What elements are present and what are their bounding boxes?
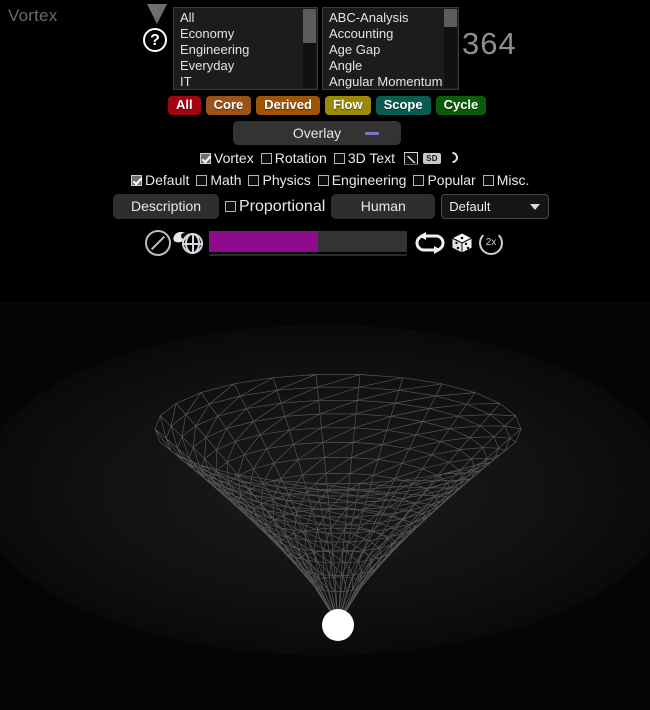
view-icon-group: SD — [404, 151, 460, 165]
checkbox-rotation[interactable]: Rotation — [260, 150, 327, 166]
checkbox-popular[interactable]: Popular — [413, 172, 476, 188]
globe-meridian-shape — [185, 233, 200, 254]
checkbox-box[interactable] — [260, 152, 272, 164]
checkbox-box[interactable] — [196, 174, 208, 186]
list-item[interactable]: All — [174, 10, 317, 26]
checkbox-label: Math — [210, 172, 242, 188]
page-title: Vortex — [8, 6, 58, 25]
description-button[interactable]: Description — [113, 194, 219, 219]
checkbox-box[interactable] — [317, 174, 329, 186]
view-options-row: Vortex Rotation 3D Text SD — [200, 150, 460, 166]
progress-slider[interactable] — [209, 231, 407, 256]
topic-list[interactable]: ABC-Analysis Accounting Age Gap Angle An… — [322, 7, 459, 90]
scrollbar-thumb[interactable] — [303, 9, 316, 43]
list-item[interactable]: Angle — [323, 58, 458, 74]
field-options-row: Default Math Physics Engineering Popular… — [131, 172, 536, 188]
list-item[interactable]: ABC-Analysis — [323, 10, 458, 26]
list-item[interactable]: Engineering — [174, 42, 317, 58]
question-mark-circle-icon[interactable]: ? — [143, 28, 167, 52]
loop-icon[interactable] — [415, 232, 445, 254]
checkbox-math[interactable]: Math — [196, 172, 241, 188]
no-entry-icon[interactable] — [145, 230, 171, 256]
checkbox-label: Popular — [427, 172, 476, 188]
white-sphere — [322, 609, 354, 641]
tag-button-core[interactable]: Core — [205, 96, 252, 115]
vortex-3d-viewport[interactable] — [0, 302, 650, 710]
tag-button-cycle[interactable]: Cycle — [435, 96, 487, 115]
checkbox-default[interactable]: Default — [131, 172, 189, 188]
item-counter: 364 — [462, 26, 517, 61]
checkbox-label: Misc. — [496, 172, 530, 188]
checkbox-label: Physics — [262, 172, 311, 188]
list-item[interactable]: Accounting — [323, 26, 458, 42]
tag-filter-row: All Core Derived Flow Scope Cycle — [168, 96, 487, 115]
category-list[interactable]: All Economy Engineering Everyday IT — [173, 7, 318, 90]
checkbox-box[interactable] — [131, 174, 142, 186]
checkbox-box[interactable] — [225, 201, 236, 212]
checkbox-box[interactable] — [333, 152, 345, 164]
overlay-indicator-dash — [365, 132, 379, 135]
checkbox-physics[interactable]: Physics — [248, 172, 311, 188]
checkbox-label: Rotation — [274, 150, 327, 166]
list-item[interactable]: Age Gap — [323, 42, 458, 58]
playback-toolbar: 2x — [145, 230, 503, 256]
vortex-wireframe-mesh — [154, 374, 522, 625]
description-row: Description Proportional Human Default — [113, 194, 550, 219]
chart-icon[interactable] — [404, 151, 419, 165]
overlay-button[interactable]: Overlay — [233, 121, 401, 145]
checkbox-engineering[interactable]: Engineering — [317, 172, 407, 188]
tag-button-flow[interactable]: Flow — [324, 96, 371, 115]
sd-quality-icon[interactable]: SD — [423, 152, 441, 164]
checkbox-label: 3D Text — [347, 150, 396, 166]
globe-icon[interactable] — [171, 230, 203, 256]
progress-baseline — [209, 254, 407, 256]
checkbox-label: Engineering — [331, 172, 407, 188]
chevron-down-icon — [530, 204, 541, 210]
checkbox-misc[interactable]: Misc. — [482, 172, 530, 188]
progress-fill — [209, 231, 318, 252]
scrollbar-thumb[interactable] — [444, 9, 457, 27]
scrollbar[interactable] — [303, 9, 316, 88]
list-item[interactable]: IT — [174, 74, 317, 89]
app-root: Vortex 364 ? All Economy Engineering Eve… — [0, 0, 650, 710]
preset-select-value: Default — [449, 199, 491, 214]
checkbox-box[interactable] — [248, 174, 260, 186]
help-marker[interactable]: ? — [141, 4, 173, 62]
checkbox-label: Vortex — [214, 150, 254, 166]
overlay-label: Overlay — [292, 125, 342, 141]
tag-button-derived[interactable]: Derived — [256, 96, 320, 115]
checkbox-label: Default — [145, 172, 190, 188]
dice-icon[interactable] — [450, 231, 474, 255]
checkbox-3d-text[interactable]: 3D Text — [333, 150, 396, 166]
triangle-down-icon — [147, 4, 167, 24]
list-item[interactable]: Everyday — [174, 58, 317, 74]
checkbox-label: Proportional — [239, 197, 326, 215]
speed-2x-icon[interactable]: 2x — [479, 231, 503, 255]
checkbox-proportional[interactable]: Proportional — [225, 198, 325, 216]
tag-button-all[interactable]: All — [168, 96, 201, 115]
checkbox-vortex[interactable]: Vortex — [200, 150, 254, 166]
human-button[interactable]: Human — [331, 194, 436, 219]
checkbox-box[interactable] — [200, 152, 211, 164]
checkbox-box[interactable] — [482, 174, 494, 186]
scrollbar[interactable] — [444, 9, 457, 88]
tag-button-scope[interactable]: Scope — [375, 96, 431, 115]
checkbox-box[interactable] — [413, 174, 425, 186]
list-item[interactable]: Angular Momentum — [323, 74, 458, 89]
list-item[interactable]: Economy — [174, 26, 317, 42]
control-panel: Vortex 364 ? All Economy Engineering Eve… — [0, 0, 650, 302]
preset-select[interactable]: Default — [441, 194, 550, 219]
refresh-icon[interactable] — [446, 151, 460, 165]
